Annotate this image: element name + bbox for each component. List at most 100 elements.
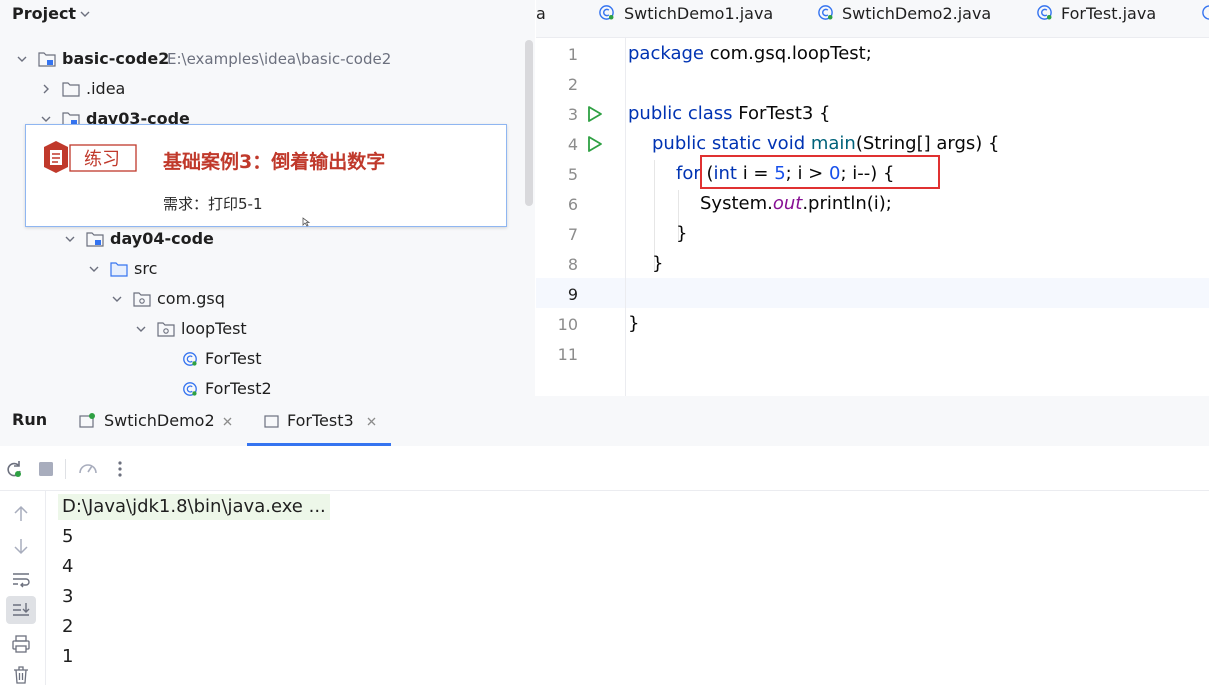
mouse-cursor-icon <box>302 217 311 227</box>
run-toolbar <box>0 447 1209 491</box>
chevron-down-icon[interactable] <box>78 7 92 21</box>
java-class-icon <box>1202 5 1209 20</box>
chevron-down-icon[interactable] <box>15 52 29 66</box>
run-tab-label: ForTest3 <box>287 411 354 430</box>
project-scrollbar[interactable] <box>525 40 533 206</box>
tree-item-looptest[interactable]: loopTest <box>0 314 520 344</box>
java-class-icon <box>599 5 614 20</box>
console-output-line: 2 <box>62 616 74 637</box>
tree-item-label: ForTest <box>205 349 262 368</box>
folder-icon <box>62 82 80 97</box>
code-field: out <box>772 193 803 214</box>
chevron-down-icon[interactable] <box>134 322 148 336</box>
console-output-line: 5 <box>62 526 74 547</box>
performance-gauge-icon[interactable] <box>77 458 99 480</box>
chevron-right-icon[interactable] <box>39 82 53 96</box>
annotation-highlight-box <box>700 155 940 189</box>
toolbar-separator <box>65 459 66 479</box>
scroll-to-end-icon[interactable] <box>10 599 32 621</box>
close-icon[interactable] <box>222 416 233 427</box>
run-tab-label: SwtichDemo2 <box>104 411 215 430</box>
tree-item-idea[interactable]: .idea <box>0 74 520 104</box>
code-line-10: } <box>628 313 640 334</box>
chevron-down-icon[interactable] <box>87 262 101 276</box>
tree-item-label: loopTest <box>181 319 247 338</box>
line-number: 6 <box>567 195 578 214</box>
line-number: 9 <box>567 285 578 304</box>
tree-item-label: com.gsq <box>157 289 225 308</box>
tree-item-fortest[interactable]: ForTest <box>0 344 520 374</box>
stop-icon[interactable] <box>35 458 57 480</box>
tree-item-path: E:\examples\idea\basic-code2 <box>167 50 392 68</box>
console-command-line: D:\Java\jdk1.8\bin\java.exe ... <box>58 494 330 520</box>
project-title[interactable]: Project <box>12 4 76 23</box>
exercise-card: 练习 基础案例3：倒着输出数字 需求：打印5-1 <box>25 124 507 227</box>
console-output-line: 1 <box>62 646 74 667</box>
chevron-down-icon[interactable] <box>63 232 77 246</box>
line-number: 10 <box>557 315 578 334</box>
console-output-line: 4 <box>62 556 74 577</box>
editor-tab-bar: a SwtichDemo1.java SwtichDemo2.java ForT… <box>536 0 1209 38</box>
exercise-subtitle: 需求：打印5-1 <box>163 195 263 213</box>
trash-icon[interactable] <box>10 664 32 686</box>
java-class-icon <box>818 5 833 20</box>
line-number: 2 <box>567 75 578 94</box>
run-config-icon <box>79 413 95 428</box>
code-keyword: for <box>676 163 701 184</box>
tree-item-day04-code[interactable]: day04-code <box>0 224 520 254</box>
line-number: 7 <box>567 225 578 244</box>
source-folder-icon <box>110 262 128 277</box>
code-line-8: } <box>652 253 664 274</box>
tree-item-basic-code2[interactable]: basic-code2 E:\examples\idea\basic-code2 <box>0 44 520 74</box>
java-class-icon <box>1037 5 1052 20</box>
code-keyword: package <box>628 43 704 64</box>
tree-item-label: ForTest2 <box>205 379 272 396</box>
code-keyword: public static void <box>652 133 806 154</box>
arrow-up-icon[interactable] <box>10 503 32 525</box>
current-line-highlight <box>536 278 1209 308</box>
run-config-icon <box>264 415 279 428</box>
code-text: com.gsq.loopTest; <box>704 43 872 64</box>
package-icon <box>133 292 151 307</box>
tree-item-com-gsq[interactable]: com.gsq <box>0 284 520 314</box>
print-icon[interactable] <box>10 633 32 655</box>
tree-item-label: basic-code2 <box>62 49 170 68</box>
run-gutter-icon[interactable] <box>586 135 604 153</box>
code-line-6: System.out.println(i); <box>700 189 892 219</box>
rerun-icon[interactable] <box>3 458 25 480</box>
package-icon <box>157 322 175 337</box>
java-class-icon <box>183 352 197 366</box>
line-number: 8 <box>567 255 578 274</box>
line-number: 4 <box>567 135 578 154</box>
more-options-icon[interactable] <box>109 458 131 480</box>
tree-item-fortest2[interactable]: ForTest2 <box>0 374 520 396</box>
tree-item-label: day04-code <box>110 229 214 248</box>
run-panel-title: Run <box>12 410 48 429</box>
tab-label: SwtichDemo2.java <box>842 4 992 23</box>
code-keyword: public class <box>628 103 733 124</box>
code-method: main <box>810 133 856 154</box>
run-side-toolbar <box>0 491 46 685</box>
tab-label: ForTest.java <box>1061 4 1157 23</box>
run-gutter-icon[interactable] <box>586 105 604 123</box>
code-text: (String[] args) { <box>855 133 1000 154</box>
module-folder-icon <box>86 232 104 247</box>
code-line-3: public class ForTest3 { <box>628 99 831 129</box>
chevron-down-icon[interactable] <box>110 292 124 306</box>
java-class-icon <box>183 382 197 396</box>
active-tab-indicator <box>247 443 391 446</box>
gutter-divider <box>625 38 626 396</box>
line-number: 5 <box>567 165 578 184</box>
code-line-7: } <box>676 223 688 244</box>
tab-label: a <box>536 4 546 23</box>
code-line-1: package com.gsq.loopTest; <box>628 39 872 69</box>
line-number: 3 <box>567 105 578 124</box>
console-output-line: 3 <box>62 586 74 607</box>
soft-wrap-icon[interactable] <box>10 568 32 590</box>
arrow-down-icon[interactable] <box>10 535 32 557</box>
close-icon[interactable] <box>366 416 377 427</box>
tree-item-src[interactable]: src <box>0 254 520 284</box>
tree-item-label: .idea <box>86 79 126 98</box>
project-header: Project <box>0 0 535 28</box>
code-text: ForTest3 { <box>732 103 831 124</box>
